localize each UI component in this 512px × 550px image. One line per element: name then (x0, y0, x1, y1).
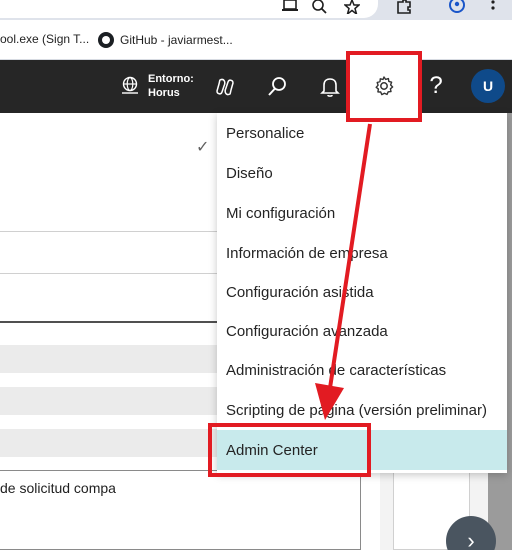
check-icon: ✓ (196, 139, 210, 156)
settings-button[interactable] (346, 51, 422, 122)
copilot-icon[interactable] (212, 74, 238, 100)
menu-item-administracion-caracteristicas[interactable]: Administración de características (217, 350, 507, 390)
divider (0, 273, 218, 274)
annotation-highlight-box (208, 423, 371, 477)
menu-item-mi-configuracion[interactable]: Mi configuración (217, 193, 507, 233)
menu-item-configuracion-asistida[interactable]: Configuración asistida (217, 272, 507, 312)
field-underline (0, 321, 218, 323)
more-icon[interactable] (485, 0, 501, 14)
bookmark-label: GitHub - javiarmest... (120, 33, 233, 47)
disabled-field (0, 345, 218, 373)
description-text: de solicitud compa (0, 480, 116, 496)
bookmark-item[interactable]: ool.exe (Sign T... (0, 32, 89, 46)
settings-menu: Personalice Diseño Mi configuración Info… (217, 113, 507, 473)
browser-toolbar (0, 0, 512, 20)
bookmarks-bar: ool.exe (Sign T... GitHub - javiarmest..… (0, 20, 512, 60)
user-avatar[interactable]: U (471, 69, 505, 103)
environment-selector[interactable]: Entorno: Horus (120, 72, 194, 100)
gear-icon (375, 76, 394, 96)
disabled-field (0, 387, 218, 415)
search-icon[interactable] (264, 74, 290, 100)
extensions-icon[interactable] (396, 0, 412, 14)
environment-value: Horus (148, 87, 180, 99)
menu-item-configuracion-avanzada[interactable]: Configuración avanzada (217, 311, 507, 351)
menu-item-informacion-empresa[interactable]: Información de empresa (217, 233, 507, 273)
help-button[interactable]: ? (426, 72, 446, 100)
menu-item-diseno[interactable]: Diseño (217, 153, 507, 193)
disabled-field (0, 429, 218, 457)
globe-icon (122, 76, 138, 94)
bell-icon[interactable] (317, 74, 343, 100)
bookmark-label: ool.exe (Sign T... (0, 32, 90, 46)
zoom-icon[interactable] (312, 0, 328, 14)
divider (0, 231, 218, 232)
environment-label: Entorno: (148, 73, 194, 85)
github-icon (98, 32, 114, 48)
star-icon[interactable] (343, 0, 361, 16)
bookmark-item[interactable]: GitHub - javiarmest... (98, 32, 233, 48)
profile-icon[interactable] (448, 0, 465, 14)
cast-icon[interactable] (282, 0, 298, 14)
